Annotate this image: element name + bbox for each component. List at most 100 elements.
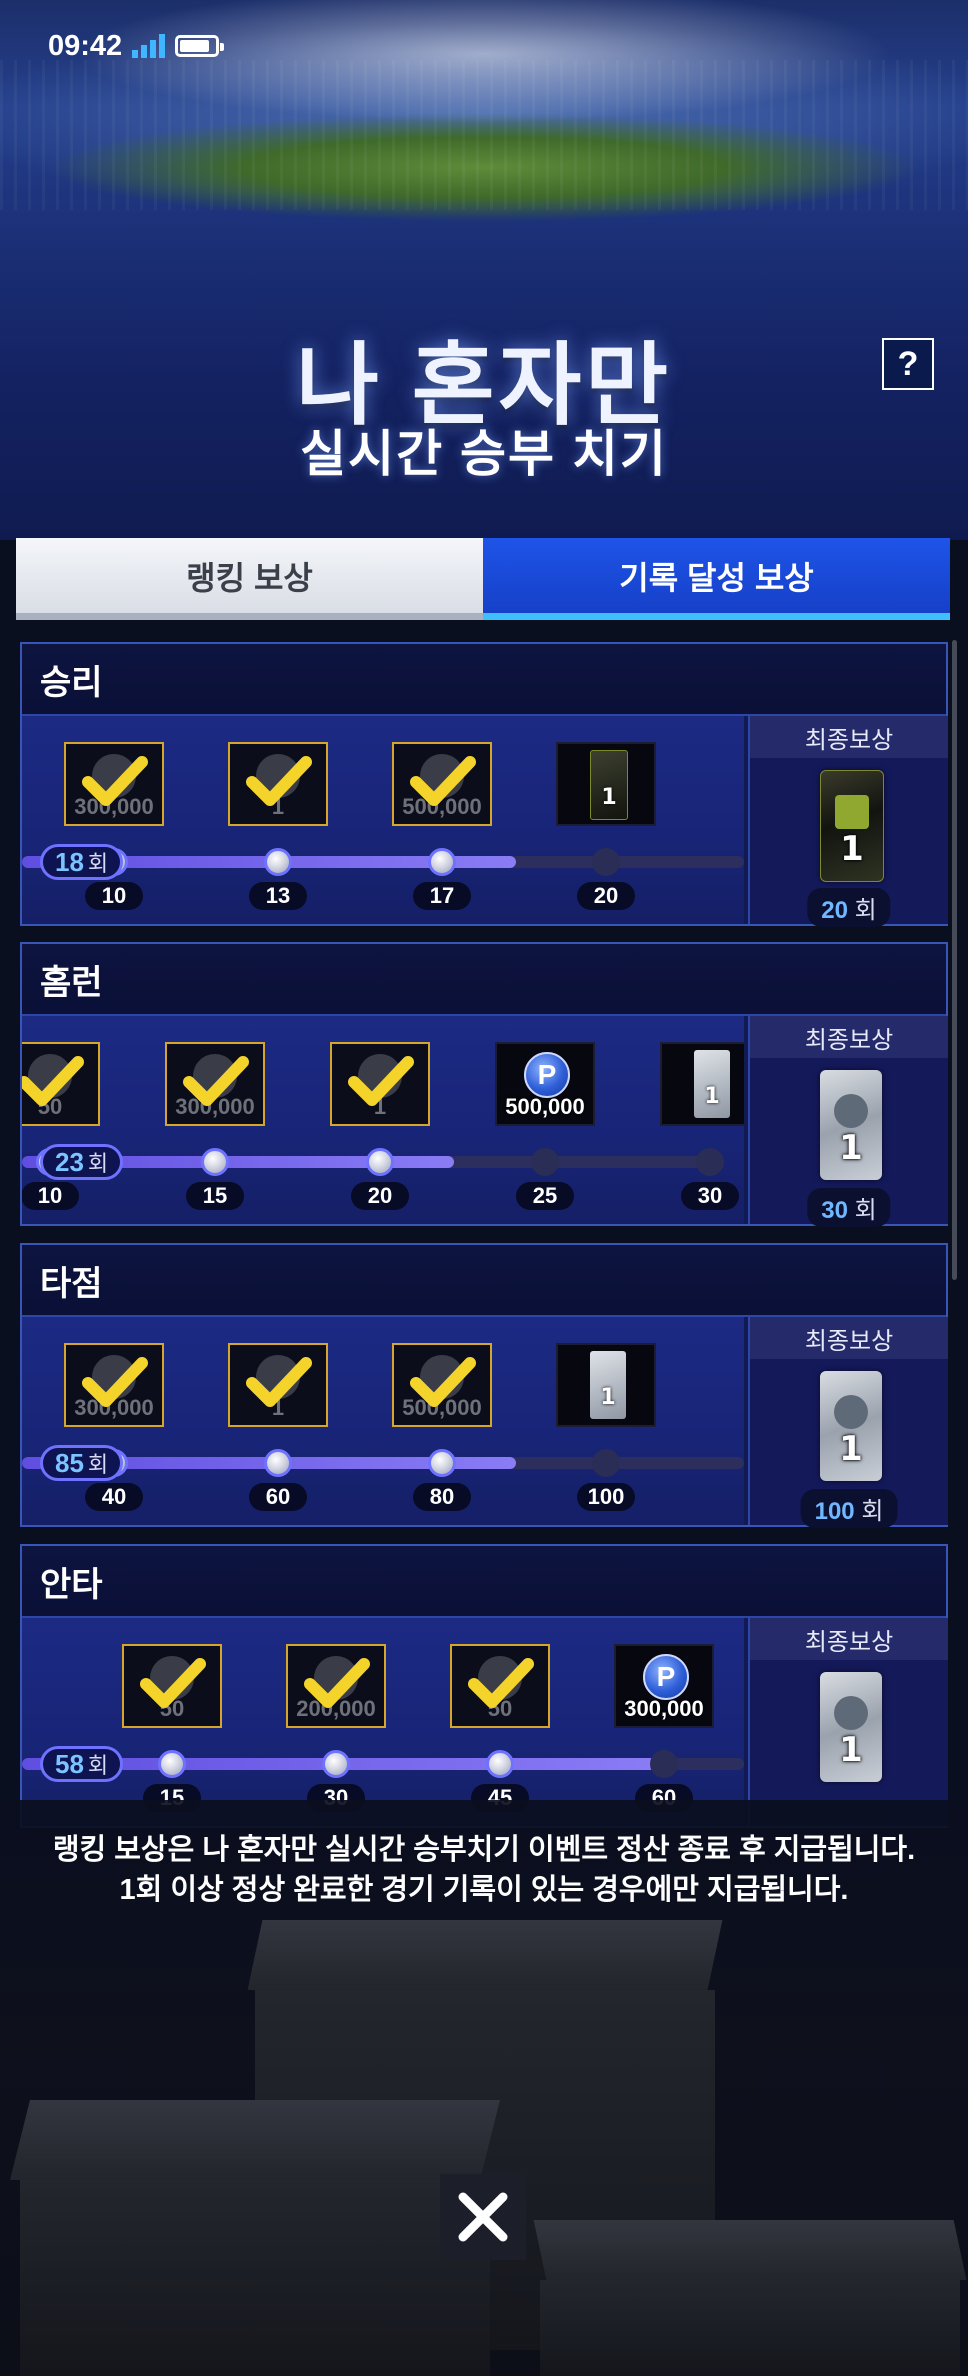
progress-track xyxy=(22,1457,744,1469)
reward-item[interactable]: 1 xyxy=(660,1042,744,1126)
final-reward-card-icon: 1 xyxy=(820,1672,882,1782)
final-reward[interactable]: 최종보상 1 20 회 xyxy=(748,716,948,927)
final-reward-count: 100 회 xyxy=(800,1489,898,1528)
milestone-area: 50 10 300,000 15 1 20 P 500,000 25 1 30 23 회 xyxy=(22,1016,744,1224)
pedestal-decoration xyxy=(247,1920,723,1990)
pack-card-icon: 1 xyxy=(590,1351,626,1419)
signal-icon xyxy=(132,34,166,58)
final-reward-card-icon: 1 xyxy=(820,1371,882,1481)
current-count: 23 회 xyxy=(40,1144,124,1180)
milestone-label: 25 xyxy=(516,1182,574,1210)
close-icon xyxy=(458,2192,508,2242)
baseball-node-icon xyxy=(696,1148,724,1176)
pack-card-icon: 1 xyxy=(590,750,628,820)
final-reward-amount: 1 xyxy=(840,829,864,869)
baseball-node-icon xyxy=(366,1148,394,1176)
final-reward[interactable]: 최종보상 1 100 회 xyxy=(748,1317,948,1528)
notice-panel: 랭킹 보상은 나 혼자만 실시간 승부치기 이벤트 정산 종료 후 지급됩니다.… xyxy=(0,1800,968,2376)
check-icon xyxy=(468,1658,534,1708)
final-reward-card-icon: 1 xyxy=(820,770,884,882)
reward-item[interactable]: 300,000 xyxy=(165,1042,265,1126)
reward-item[interactable]: 1 xyxy=(228,1343,328,1427)
reward-item[interactable]: 500,000 xyxy=(392,742,492,826)
check-icon xyxy=(22,1056,84,1106)
baseball-node-icon xyxy=(428,1449,456,1477)
milestone-label: 30 xyxy=(681,1182,739,1210)
final-reward-label: 최종보상 xyxy=(750,716,948,758)
pedestal-decoration xyxy=(540,2280,960,2376)
milestone-label: 10 xyxy=(22,1182,79,1210)
close-button[interactable] xyxy=(440,2174,526,2260)
status-time: 09:42 xyxy=(48,29,123,62)
reward-amount: 1 xyxy=(601,785,617,810)
current-count: 58 회 xyxy=(40,1746,124,1782)
reward-amount: 500,000 xyxy=(505,1094,585,1119)
milestone-label: 13 xyxy=(249,882,307,910)
final-count-value: 20 xyxy=(821,897,855,924)
status-bar: 09:42 xyxy=(48,28,225,64)
notice-text: 랭킹 보상은 나 혼자만 실시간 승부치기 이벤트 정산 종료 후 지급됩니다.… xyxy=(0,1830,968,1910)
reward-item[interactable]: 300,000 xyxy=(64,1343,164,1427)
reward-item[interactable]: 50 xyxy=(22,1042,100,1126)
pack-card-icon: 1 xyxy=(694,1050,730,1118)
reward-item[interactable]: 1 xyxy=(556,1343,656,1427)
battery-level xyxy=(180,40,210,52)
baseball-node-icon xyxy=(531,1148,559,1176)
current-count-value: 18 xyxy=(55,846,84,877)
milestone-area: 50 15 200,000 30 50 45 P 300,000 60 58 회 xyxy=(22,1618,744,1826)
notice-line-2: 1회 이상 정상 완료한 경기 기록이 있는 경우에만 지급됩니다. xyxy=(119,1874,849,1906)
reward-item[interactable]: 1 xyxy=(556,742,656,826)
check-icon xyxy=(82,756,148,806)
record-card: 안타 50 15 200,000 30 50 45 P 300,000 60 58 회 최종보상 1 xyxy=(20,1544,948,1828)
tab-ranking-reward[interactable]: 랭킹 보상 xyxy=(16,538,483,620)
reward-item[interactable]: 50 xyxy=(450,1644,550,1728)
final-reward[interactable]: 최종보상 1 xyxy=(748,1618,948,1826)
reward-item[interactable]: 1 xyxy=(330,1042,430,1126)
reward-amount: 1 xyxy=(704,1084,720,1109)
milestone-area: 300,000 40 1 60 500,000 80 1 100 85 회 xyxy=(22,1317,744,1525)
check-icon xyxy=(348,1056,414,1106)
help-button[interactable]: ? xyxy=(882,338,934,390)
milestone-label: 15 xyxy=(186,1182,244,1210)
final-reward[interactable]: 최종보상 1 30 회 xyxy=(748,1016,948,1227)
baseball-node-icon xyxy=(428,848,456,876)
reward-item[interactable]: 50 xyxy=(122,1644,222,1728)
final-reward-amount: 1 xyxy=(839,1429,863,1469)
milestone-label: 100 xyxy=(577,1483,635,1511)
reward-item[interactable]: 200,000 xyxy=(286,1644,386,1728)
baseball-node-icon xyxy=(322,1750,350,1778)
reward-item[interactable]: 500,000 xyxy=(392,1343,492,1427)
record-card: 타점 300,000 40 1 60 500,000 80 1 100 85 회 최종보상 1 100 회 xyxy=(20,1243,948,1528)
check-icon xyxy=(82,1357,148,1407)
final-reward-card-icon: 1 xyxy=(820,1070,882,1180)
baseball-node-icon xyxy=(264,848,292,876)
record-title: 승리 xyxy=(22,644,946,716)
baseball-node-icon xyxy=(650,1750,678,1778)
point-coin-icon: P xyxy=(643,1654,689,1700)
card-art xyxy=(834,1094,868,1128)
check-icon xyxy=(410,756,476,806)
reward-item[interactable]: 300,000 xyxy=(64,742,164,826)
reward-item[interactable]: P 300,000 xyxy=(614,1644,714,1728)
milestone-label: 17 xyxy=(413,882,471,910)
scrollbar[interactable] xyxy=(952,640,957,1280)
final-reward-amount: 1 xyxy=(839,1128,863,1168)
milestone-label: 20 xyxy=(577,882,635,910)
tab-record-reward[interactable]: 기록 달성 보상 xyxy=(483,538,950,620)
point-coin-icon: P xyxy=(524,1052,570,1098)
current-count: 18 회 xyxy=(40,844,124,880)
reward-item[interactable]: 1 xyxy=(228,742,328,826)
milestone-area: 300,000 10 1 13 500,000 17 1 20 18 회 xyxy=(22,716,744,924)
baseball-node-icon xyxy=(592,848,620,876)
record-card: 승리 300,000 10 1 13 500,000 17 1 20 18 회 최종보상 1 20 회 xyxy=(20,642,948,927)
milestone-label: 80 xyxy=(413,1483,471,1511)
reward-amount: 1 xyxy=(600,1385,616,1410)
current-count-value: 23 xyxy=(55,1146,84,1177)
record-title: 안타 xyxy=(22,1546,946,1618)
reward-item[interactable]: P 500,000 xyxy=(495,1042,595,1126)
stadium-stands xyxy=(0,60,968,210)
final-reward-count: 20 회 xyxy=(807,888,891,927)
progress-track xyxy=(22,856,744,868)
milestone-label: 10 xyxy=(85,882,143,910)
current-count-unit: 회 xyxy=(87,851,109,876)
